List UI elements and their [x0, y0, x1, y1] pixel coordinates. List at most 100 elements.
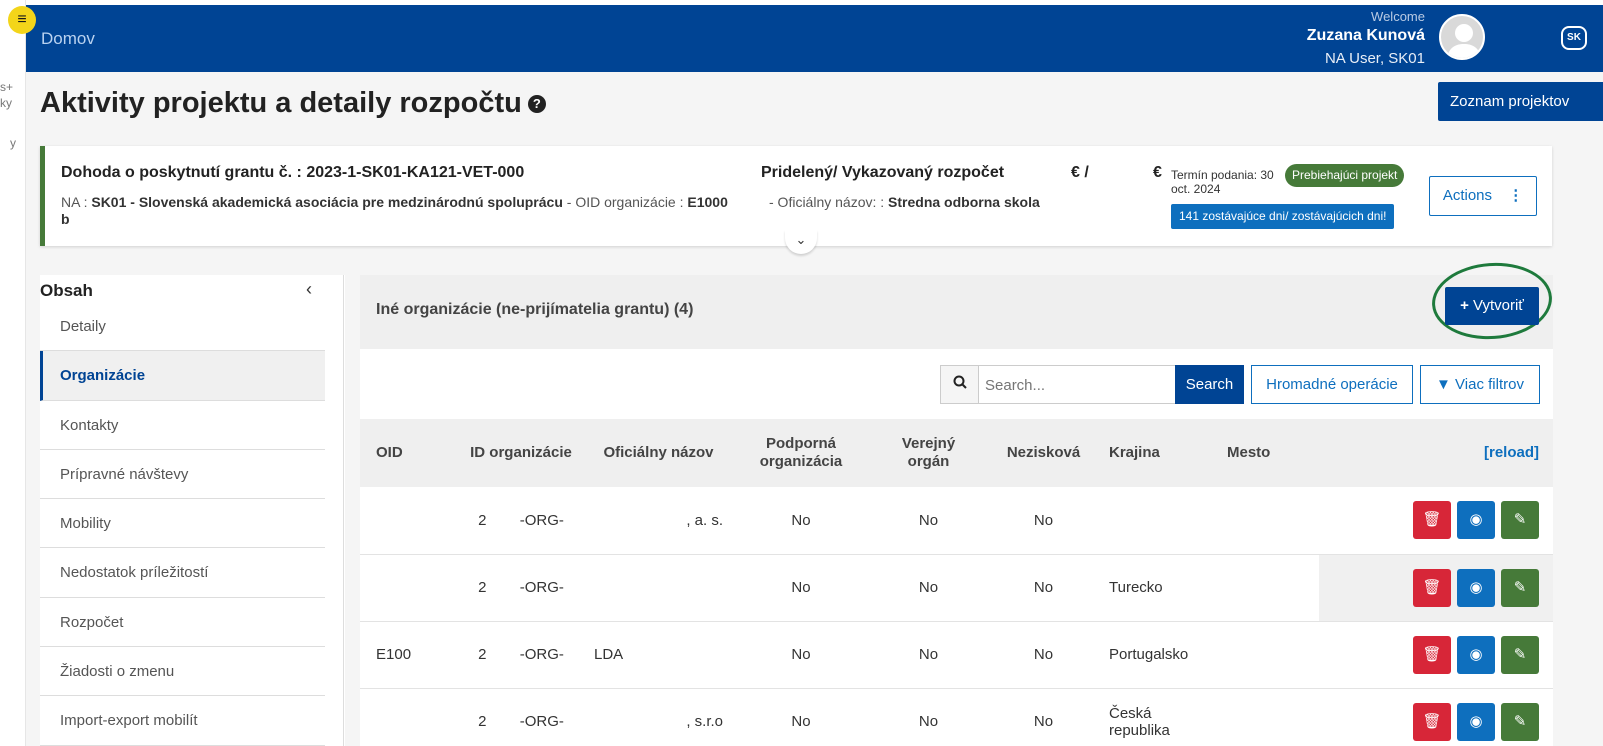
cell-nonprofit: No — [986, 487, 1101, 555]
edit-pencil-icon[interactable]: ✎ — [1501, 568, 1539, 607]
cell-public: No — [871, 487, 986, 555]
col-org-id[interactable]: ID organizácie — [456, 419, 586, 487]
left-fragment: s+ — [0, 80, 14, 94]
oid-label: - OID organizácie : — [562, 194, 688, 210]
left-strip: ≡ s+ ky y — [0, 0, 36, 746]
search-button[interactable]: Search — [1175, 365, 1244, 404]
cell-country: Česká republika — [1101, 688, 1219, 746]
cell-city — [1219, 621, 1319, 689]
organizations-table: OID ID organizácie Oficiálny názov Podpo… — [360, 419, 1553, 746]
avatar[interactable] — [1439, 14, 1485, 60]
sidebar-list: Detaily Organizácie Kontakty Prípravné n… — [40, 302, 325, 746]
collapse-chevron-left-icon[interactable]: ‹ — [306, 279, 312, 300]
cell-actions: 🗑 ◉ ✎ — [1319, 688, 1553, 746]
more-filters-label: Viac filtrov — [1455, 376, 1524, 393]
cell-country: Turecko — [1101, 554, 1219, 622]
cell-org-id: 2 -ORG- — [456, 554, 586, 622]
bulk-operations-button[interactable]: Hromadné operácie — [1251, 365, 1413, 404]
create-label: Vytvoriť — [1473, 297, 1524, 314]
delete-trash-icon[interactable]: 🗑 — [1413, 702, 1451, 741]
cell-city — [1219, 554, 1319, 622]
table-row: 2 -ORG- , a. s. No No No 🗑 ◉ ✎ — [360, 487, 1553, 555]
budget-allocated: € / — [1071, 164, 1089, 181]
page-title-text: Aktivity projektu a detaily rozpočtu — [40, 87, 522, 119]
view-eye-icon[interactable]: ◉ — [1457, 635, 1495, 674]
col-city[interactable]: Mesto — [1219, 419, 1319, 487]
col-oid[interactable]: OID — [360, 419, 456, 487]
grant-meta: NA : SK01 - Slovenská akademická asociác… — [61, 194, 751, 228]
actions-button[interactable]: Actions ⋮ — [1429, 176, 1537, 216]
sidebar-title: Obsah — [40, 281, 93, 300]
col-support-org[interactable]: Podporná organizácia — [731, 419, 871, 487]
sidebar-item-preparatory-visits[interactable]: Prípravné návštevy — [40, 450, 325, 500]
sidebar-item-mobilities[interactable]: Mobility — [40, 499, 325, 549]
status-badge: Prebiehajúci projekt — [1285, 164, 1405, 187]
home-link[interactable]: Domov — [41, 29, 95, 49]
cell-support: No — [731, 688, 871, 746]
divider — [343, 275, 344, 746]
search-input[interactable] — [985, 374, 1165, 396]
cell-support: No — [731, 621, 871, 689]
expand-chevron-icon[interactable]: ⌄ — [785, 230, 817, 254]
sidebar-item-details[interactable]: Detaily — [40, 302, 325, 352]
projects-list-button[interactable]: Zoznam projektov — [1438, 82, 1603, 121]
edit-pencil-icon[interactable]: ✎ — [1501, 635, 1539, 674]
view-eye-icon[interactable]: ◉ — [1457, 568, 1495, 607]
sidebar-item-change-requests[interactable]: Žiadosti o zmenu — [40, 647, 325, 697]
cell-org-id: 2 -ORG- — [456, 487, 586, 555]
sidebar-item-fewer-opportunities[interactable]: Nedostatok príležitostí — [40, 548, 325, 598]
cell-official-name — [586, 554, 731, 622]
left-fragment: ky — [0, 96, 12, 110]
sidebar-item-organizations[interactable]: Organizácie — [40, 351, 325, 401]
left-fragment: y — [10, 136, 16, 150]
reload-link[interactable]: [reload] — [1319, 419, 1553, 487]
table-row: E100 2 -ORG- LDA No No No Portugalsko 🗑 ◉… — [360, 621, 1553, 689]
cell-support: No — [731, 554, 871, 622]
edit-pencil-icon[interactable]: ✎ — [1501, 702, 1539, 741]
col-official-name[interactable]: Oficiálny názov — [586, 419, 731, 487]
hamburger-menu-icon[interactable]: ≡ — [8, 6, 36, 34]
cell-org-id: 2 -ORG- — [456, 688, 586, 746]
cell-actions: 🗑 ◉ ✎ — [1319, 621, 1553, 689]
cell-official-name: LDA — [586, 621, 731, 689]
search-icon — [941, 366, 979, 403]
sidebar-item-import-export[interactable]: Import-export mobilít — [40, 696, 325, 746]
user-role: NA User, SK01 — [1324, 50, 1425, 67]
cell-actions: 🗑 ◉ ✎ — [1319, 554, 1553, 622]
cell-official-name: , a. s. — [586, 487, 731, 555]
cell-country: Portugalsko — [1101, 621, 1219, 689]
cell-oid — [360, 688, 456, 746]
delete-trash-icon[interactable]: 🗑 — [1413, 568, 1451, 607]
help-icon[interactable]: ? — [527, 94, 546, 113]
cell-public: No — [871, 621, 986, 689]
edit-pencil-icon[interactable]: ✎ — [1501, 501, 1539, 540]
delete-trash-icon[interactable]: 🗑 — [1413, 501, 1451, 540]
sidebar-item-budget[interactable]: Rozpočet — [40, 598, 325, 648]
create-button[interactable]: + Vytvoriť — [1445, 287, 1539, 325]
col-country[interactable]: Krajina — [1101, 419, 1219, 487]
official-label: - Oficiálny názov: : — [769, 194, 889, 210]
kebab-menu-icon: ⋮ — [1508, 187, 1524, 204]
user-silhouette-icon — [1447, 24, 1481, 58]
page-title: Aktivity projektu a detaily rozpočtu ? — [40, 87, 546, 120]
col-nonprofit[interactable]: Nezisková — [986, 419, 1101, 487]
cell-oid — [360, 487, 456, 555]
view-eye-icon[interactable]: ◉ — [1457, 702, 1495, 741]
table-row: 2 -ORG- , s.r.o No No No Česká republika… — [360, 688, 1553, 746]
remaining-days-badge: 141 zostávajúce dni/ zostávajúcich dni! — [1171, 204, 1395, 229]
language-selector[interactable]: SK — [1561, 26, 1587, 50]
official-value: Stredna odborna skola — [888, 194, 1040, 210]
view-eye-icon[interactable]: ◉ — [1457, 501, 1495, 540]
more-filters-button[interactable]: ▼ Viac filtrov — [1420, 365, 1540, 404]
filter-icon: ▼ — [1436, 376, 1451, 393]
table-toolbar: Search Hromadné operácie ▼ Viac filtrov — [360, 349, 1553, 419]
budget-reported: € — [1153, 164, 1162, 181]
cell-country — [1101, 487, 1219, 555]
col-public-body[interactable]: Verejný orgán — [871, 419, 986, 487]
table-row: 2 -ORG- No No No Turecko 🗑 ◉ ✎ — [360, 554, 1553, 622]
sidebar: Obsah ‹ Detaily Organizácie Kontakty Prí… — [40, 275, 345, 746]
cell-support: No — [731, 487, 871, 555]
sidebar-item-contacts[interactable]: Kontakty — [40, 401, 325, 450]
delete-trash-icon[interactable]: 🗑 — [1413, 635, 1451, 674]
cell-nonprofit: No — [986, 688, 1101, 746]
